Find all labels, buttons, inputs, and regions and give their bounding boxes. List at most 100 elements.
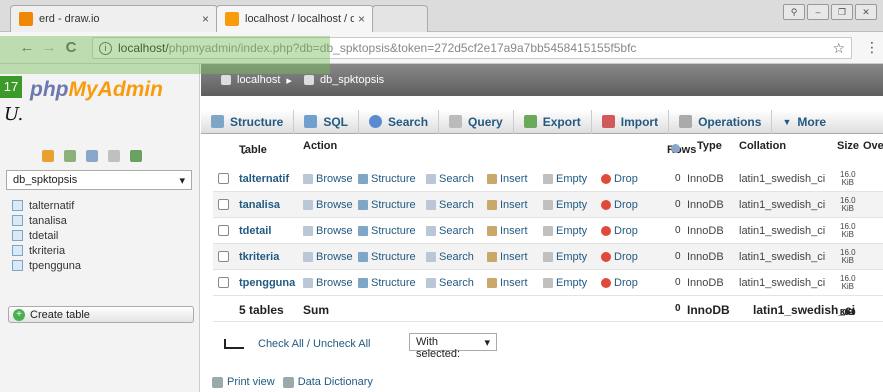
sidebar-table-item[interactable]: tdetail bbox=[12, 228, 81, 243]
browse-action[interactable]: Browse bbox=[303, 277, 353, 289]
sidebar-table-item[interactable]: tanalisa bbox=[12, 213, 81, 228]
row-checkbox[interactable] bbox=[218, 199, 229, 210]
tab-import[interactable]: Import bbox=[592, 109, 670, 134]
insert-action[interactable]: Insert bbox=[487, 225, 528, 237]
empty-icon bbox=[543, 225, 553, 236]
docs-icon[interactable] bbox=[108, 150, 120, 162]
empty-action[interactable]: Empty bbox=[543, 251, 587, 263]
drop-action[interactable]: Drop bbox=[601, 173, 638, 185]
tab-operations[interactable]: Operations bbox=[669, 109, 773, 134]
column-overhead[interactable]: Ove bbox=[863, 140, 883, 152]
tab-label: More bbox=[797, 114, 827, 129]
sidebar-table-item[interactable]: talternatif bbox=[12, 198, 81, 213]
close-tab-icon[interactable]: × bbox=[202, 12, 209, 26]
table-name-link[interactable]: talternatif bbox=[239, 173, 289, 185]
settings-icon[interactable] bbox=[130, 150, 142, 162]
query-icon bbox=[449, 115, 463, 128]
search-action[interactable]: Search bbox=[426, 251, 474, 263]
print-view-link[interactable]: Print view bbox=[227, 376, 275, 388]
tab-search[interactable]: Search bbox=[359, 109, 440, 134]
table-name-link[interactable]: tanalisa bbox=[239, 199, 280, 211]
main-tabs: Structure SQL Search Query Export Import… bbox=[201, 109, 883, 134]
tab-more[interactable]: ▼ More bbox=[772, 110, 836, 134]
table-row: tkriteria Browse Structure Search Insert… bbox=[213, 244, 883, 270]
drop-action[interactable]: Drop bbox=[601, 277, 638, 289]
database-select[interactable]: db_spktopsis ▾ bbox=[6, 170, 192, 190]
structure-action[interactable]: Structure bbox=[358, 225, 416, 237]
sidebar-table-label: tkriteria bbox=[29, 244, 66, 257]
table-icon bbox=[12, 230, 23, 241]
row-checkbox[interactable] bbox=[218, 225, 229, 236]
browse-action[interactable]: Browse bbox=[303, 225, 353, 237]
restore-button[interactable]: ❐ bbox=[831, 4, 853, 20]
browser-tab-drawio[interactable]: erd - draw.io × bbox=[10, 5, 218, 32]
browse-action[interactable]: Browse bbox=[303, 173, 353, 185]
browse-icon bbox=[303, 173, 313, 184]
search-action[interactable]: Search bbox=[426, 225, 474, 237]
empty-action[interactable]: Empty bbox=[543, 199, 587, 211]
breadcrumb-database[interactable]: db_spktopsis bbox=[320, 74, 384, 86]
table-row: tanalisa Browse Structure Search Insert … bbox=[213, 192, 883, 218]
drop-action[interactable]: Drop bbox=[601, 251, 638, 263]
empty-action[interactable]: Empty bbox=[543, 225, 587, 237]
structure-action[interactable]: Structure bbox=[358, 251, 416, 263]
close-window-button[interactable]: ✕ bbox=[855, 4, 877, 20]
breadcrumb-server[interactable]: localhost bbox=[237, 74, 280, 86]
structure-action[interactable]: Structure bbox=[358, 199, 416, 211]
data-dictionary-link[interactable]: Data Dictionary bbox=[298, 376, 373, 388]
minimize-button[interactable]: – bbox=[807, 4, 829, 20]
browse-action[interactable]: Browse bbox=[303, 199, 353, 211]
drawio-favicon-icon bbox=[19, 12, 33, 26]
tab-query[interactable]: Query bbox=[439, 109, 514, 134]
table-icon bbox=[12, 260, 23, 271]
column-type[interactable]: Type bbox=[697, 140, 722, 152]
browser-menu-icon[interactable]: ⋮ bbox=[865, 39, 879, 56]
tab-structure[interactable]: Structure bbox=[201, 109, 295, 134]
sidebar-table-item[interactable]: tpengguna bbox=[12, 258, 81, 273]
home-icon[interactable] bbox=[42, 150, 54, 162]
table-name-link[interactable]: tdetail bbox=[239, 225, 271, 237]
drop-icon bbox=[601, 277, 611, 288]
empty-action[interactable]: Empty bbox=[543, 173, 587, 185]
tab-export[interactable]: Export bbox=[514, 109, 592, 134]
row-checkbox[interactable] bbox=[218, 173, 229, 184]
drop-action[interactable]: Drop bbox=[601, 225, 638, 237]
collation-value: latin1_swedish_ci bbox=[739, 224, 826, 237]
insert-icon bbox=[487, 277, 497, 288]
search-action[interactable]: Search bbox=[426, 199, 474, 211]
close-tab-icon[interactable]: × bbox=[358, 12, 365, 26]
drop-action[interactable]: Drop bbox=[601, 199, 638, 211]
row-checkbox[interactable] bbox=[218, 277, 229, 288]
insert-action[interactable]: Insert bbox=[487, 251, 528, 263]
with-selected-label: With selected: bbox=[416, 336, 461, 360]
tab-label: Import bbox=[620, 114, 659, 129]
table-icon bbox=[12, 200, 23, 211]
new-tab-button[interactable] bbox=[372, 5, 428, 32]
column-collation[interactable]: Collation bbox=[739, 140, 786, 152]
column-size[interactable]: Size bbox=[837, 140, 859, 152]
search-action[interactable]: Search bbox=[426, 277, 474, 289]
browser-tab-phpmyadmin[interactable]: localhost / localhost / db × bbox=[216, 5, 374, 32]
with-selected-select[interactable]: With selected: ▾ bbox=[409, 333, 497, 360]
check-all-link[interactable]: Check All / Uncheck All bbox=[258, 338, 371, 350]
sidebar-table-item[interactable]: tkriteria bbox=[12, 243, 81, 258]
structure-action[interactable]: Structure bbox=[358, 173, 416, 185]
structure-action[interactable]: Structure bbox=[358, 277, 416, 289]
row-checkbox[interactable] bbox=[218, 251, 229, 262]
search-action[interactable]: Search bbox=[426, 173, 474, 185]
help-icon[interactable] bbox=[86, 150, 98, 162]
bookmark-star-icon[interactable]: ☆ bbox=[832, 40, 845, 57]
create-table-button[interactable]: + Create table bbox=[8, 306, 194, 323]
empty-action[interactable]: Empty bbox=[543, 277, 587, 289]
logout-icon[interactable] bbox=[64, 150, 76, 162]
table-name-link[interactable]: tpengguna bbox=[239, 277, 295, 289]
phpmyadmin-logo[interactable]: phpMyAdmin bbox=[30, 78, 163, 102]
insert-action[interactable]: Insert bbox=[487, 199, 528, 211]
insert-action[interactable]: Insert bbox=[487, 277, 528, 289]
tab-sql[interactable]: SQL bbox=[294, 109, 360, 134]
table-name-link[interactable]: tkriteria bbox=[239, 251, 279, 263]
browse-action[interactable]: Browse bbox=[303, 251, 353, 263]
drop-icon bbox=[601, 199, 611, 210]
user-icon[interactable]: ⚲ bbox=[783, 4, 805, 20]
insert-action[interactable]: Insert bbox=[487, 173, 528, 185]
